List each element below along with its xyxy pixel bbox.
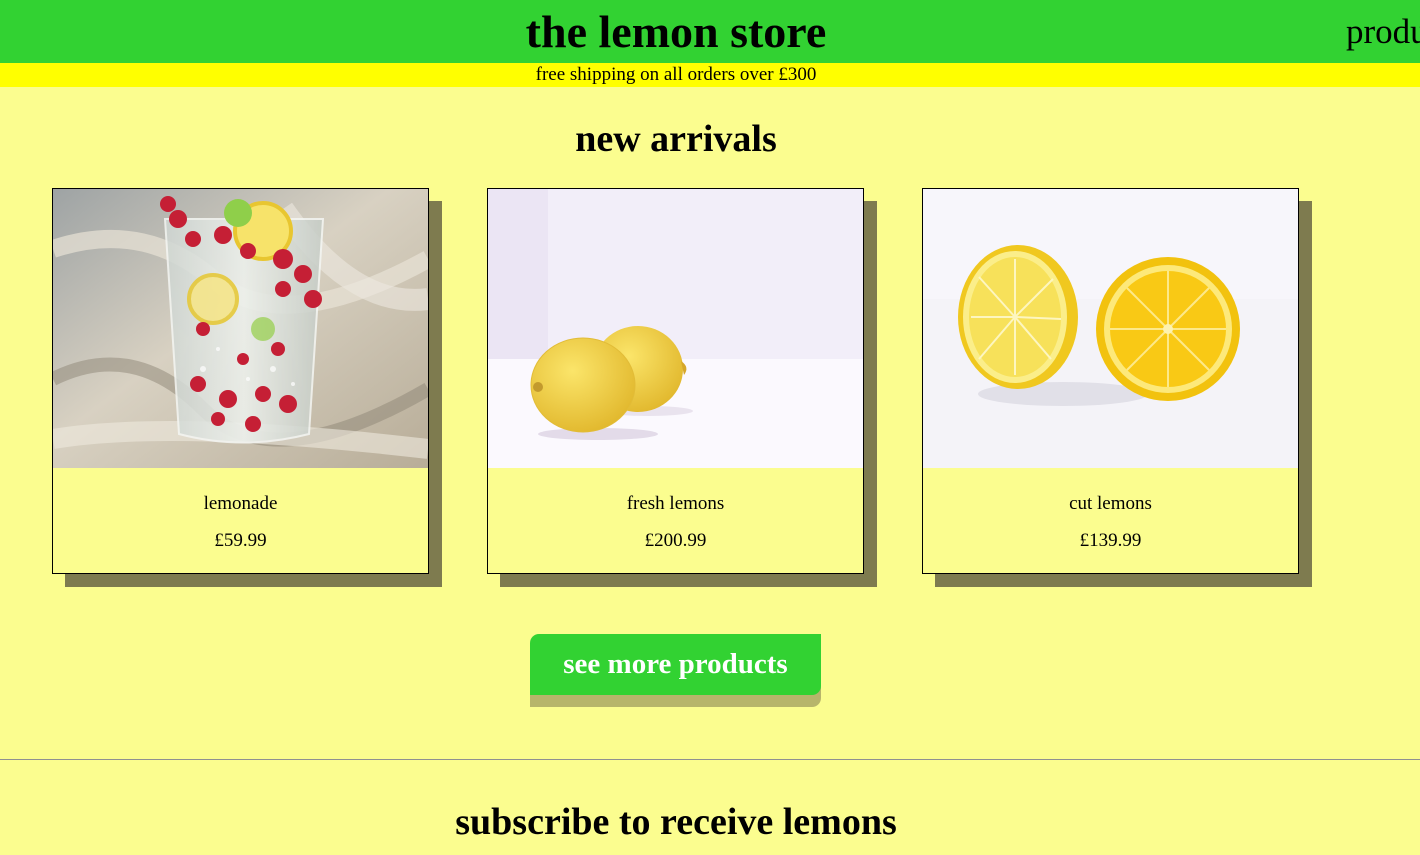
product-card[interactable]: cut lemons £139.99 [922, 188, 1299, 574]
section-divider [0, 759, 1420, 760]
product-name: fresh lemons [626, 493, 725, 514]
nav-link-products[interactable]: produ [1346, 11, 1420, 53]
product-card[interactable]: lemonade £59.99 [52, 188, 429, 574]
store-title: the lemon store [525, 6, 827, 57]
product-image-fresh-lemons [488, 189, 863, 468]
site-header: the lemon store produ [0, 0, 1420, 63]
product-name: cut lemons [1069, 493, 1152, 514]
promo-text: free shipping on all orders over £300 [535, 64, 817, 85]
product-price: £139.99 [1079, 530, 1142, 551]
promo-banner: free shipping on all orders over £300 [0, 63, 1420, 87]
see-more-products-button[interactable]: see more products [530, 634, 821, 695]
product-price: £200.99 [644, 530, 707, 551]
product-card[interactable]: fresh lemons £200.99 [487, 188, 864, 574]
subscribe-heading: subscribe to receive lemons [455, 801, 897, 843]
product-image-lemonade [53, 189, 428, 468]
product-image-cut-lemons [923, 189, 1298, 468]
new-arrivals-heading: new arrivals [575, 118, 777, 160]
product-name: lemonade [203, 493, 278, 514]
product-price: £59.99 [214, 530, 267, 551]
